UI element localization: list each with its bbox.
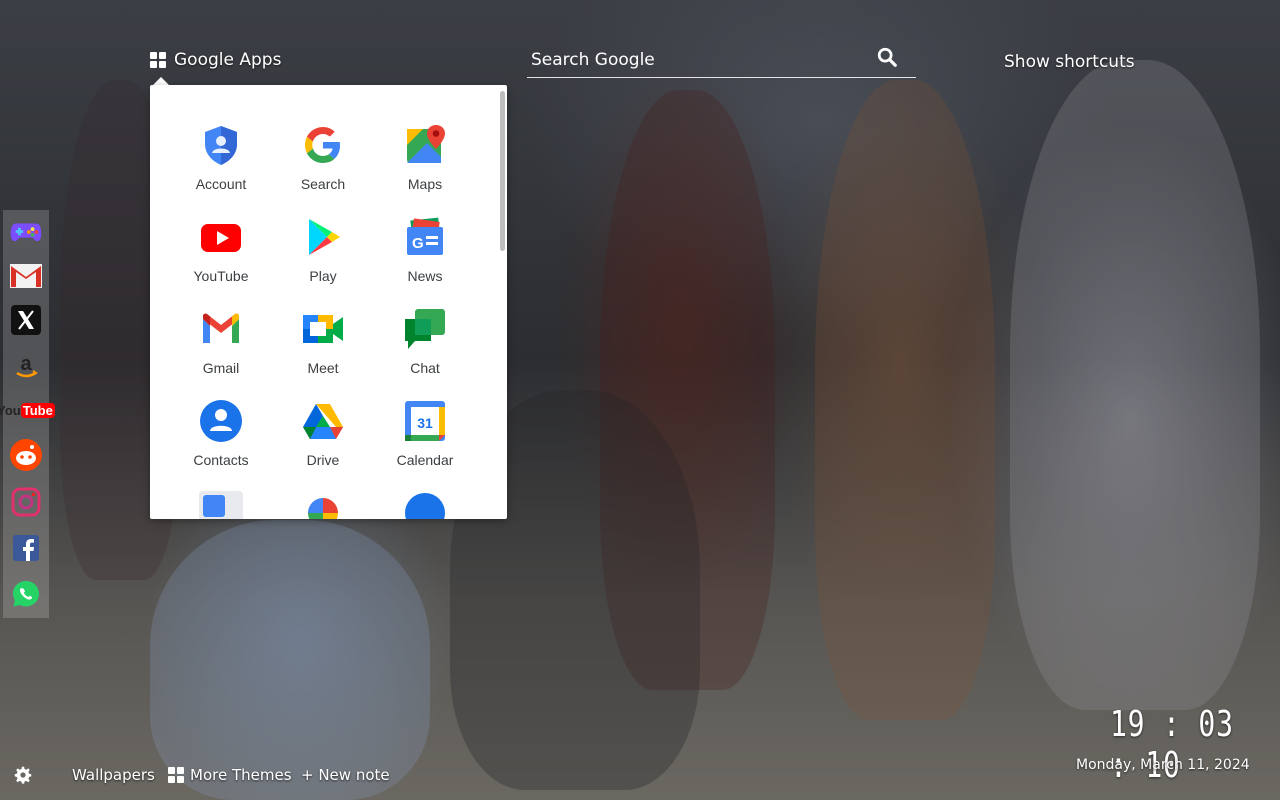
app-label: Chat	[410, 360, 440, 376]
sidebar-instagram[interactable]	[10, 486, 42, 518]
svg-text:a: a	[20, 353, 32, 375]
x-icon	[11, 305, 41, 335]
app-account[interactable]: Account	[170, 123, 272, 215]
app-gmail[interactable]: Gmail	[170, 307, 272, 399]
app-partial-icon	[301, 491, 345, 519]
sidebar-reddit[interactable]	[10, 439, 42, 471]
themes-grid-icon	[168, 767, 184, 783]
more-themes-label: More Themes	[190, 766, 292, 784]
sidebar-whatsapp[interactable]	[10, 578, 42, 610]
app-meet[interactable]: Meet	[272, 307, 374, 399]
clock-time: 19 : 03 : 10	[1110, 704, 1234, 786]
gmail-icon	[203, 313, 239, 343]
youtube-icon: You Tube	[0, 402, 55, 418]
show-shortcuts-button[interactable]: Show shortcuts	[1004, 52, 1135, 72]
app-label: News	[407, 268, 443, 284]
more-themes-link[interactable]: More Themes	[168, 766, 292, 784]
google-search-icon	[305, 127, 340, 163]
app-drive[interactable]: Drive	[272, 399, 374, 491]
app-partial-icon	[403, 491, 447, 519]
app-label: Calendar	[396, 452, 454, 468]
youtube-wordmark-tube: Tube	[20, 402, 55, 418]
chat-icon	[405, 309, 445, 349]
search-icon[interactable]	[876, 46, 898, 68]
app-label: Play	[309, 268, 337, 284]
app-partial-icon	[199, 491, 243, 519]
youtube-wordmark-you: You	[0, 402, 21, 418]
drive-icon	[303, 404, 343, 439]
app-partial[interactable]	[272, 491, 374, 519]
gear-icon[interactable]	[14, 766, 32, 784]
whatsapp-icon	[13, 581, 39, 607]
google-apps-label: Google Apps	[174, 50, 282, 70]
app-maps[interactable]: Maps	[374, 123, 476, 215]
meet-icon	[303, 315, 343, 343]
app-label: Drive	[306, 452, 340, 468]
background-figure	[150, 520, 430, 800]
gmail-icon	[10, 264, 42, 288]
sidebar-facebook[interactable]	[10, 532, 42, 564]
new-note-button[interactable]: + New note	[301, 766, 390, 784]
background-figure	[815, 80, 995, 720]
search-input[interactable]	[527, 44, 851, 76]
app-contacts[interactable]: Contacts	[170, 399, 272, 491]
app-play[interactable]: Play	[272, 215, 374, 307]
games-icon	[10, 223, 42, 242]
facebook-icon	[13, 535, 39, 561]
play-icon	[309, 219, 340, 255]
app-news[interactable]: G News	[374, 215, 476, 307]
apps-panel-scrollbar[interactable]	[500, 91, 505, 251]
clock-date: Monday, March 11, 2024	[1076, 757, 1250, 773]
quick-links-sidebar: a You Tube	[0, 210, 55, 618]
google-apps-toggle[interactable]: Google Apps	[150, 50, 281, 70]
calendar-icon: 31	[405, 401, 445, 441]
app-label: YouTube	[193, 268, 249, 284]
apps-grid-icon	[150, 52, 166, 68]
sidebar-youtube[interactable]: You Tube	[0, 394, 55, 426]
google-apps-panel: Account Search Maps YouTube Play G News …	[150, 85, 507, 519]
app-partial[interactable]	[374, 491, 476, 519]
calendar-day: 31	[417, 415, 433, 431]
app-label: Contacts	[193, 452, 249, 468]
app-partial[interactable]	[170, 491, 272, 519]
instagram-icon	[11, 487, 41, 517]
search-bar	[527, 44, 916, 78]
sidebar-gmail[interactable]	[10, 260, 42, 292]
app-youtube[interactable]: YouTube	[170, 215, 272, 307]
apps-grid: Account Search Maps YouTube Play G News …	[170, 123, 480, 519]
youtube-icon	[201, 224, 241, 252]
account-icon	[205, 126, 237, 165]
app-label: Maps	[407, 176, 443, 192]
app-label: Account	[195, 176, 247, 192]
amazon-icon: a	[16, 353, 38, 378]
background-figure	[1010, 60, 1260, 710]
sidebar-x[interactable]	[10, 304, 42, 336]
app-calendar[interactable]: 31 Calendar	[374, 399, 476, 491]
app-label: Gmail	[202, 360, 240, 376]
news-icon: G	[407, 217, 443, 255]
app-label: Meet	[307, 360, 339, 376]
sidebar-games[interactable]	[10, 216, 42, 248]
contacts-icon	[200, 400, 242, 442]
wallpapers-link[interactable]: Wallpapers	[72, 766, 155, 784]
svg-text:G: G	[412, 235, 424, 252]
app-search[interactable]: Search	[272, 123, 374, 215]
app-chat[interactable]: Chat	[374, 307, 476, 399]
maps-icon	[407, 125, 445, 163]
sidebar-amazon[interactable]: a	[10, 350, 42, 382]
app-label: Search	[300, 176, 346, 192]
reddit-icon	[10, 439, 42, 471]
